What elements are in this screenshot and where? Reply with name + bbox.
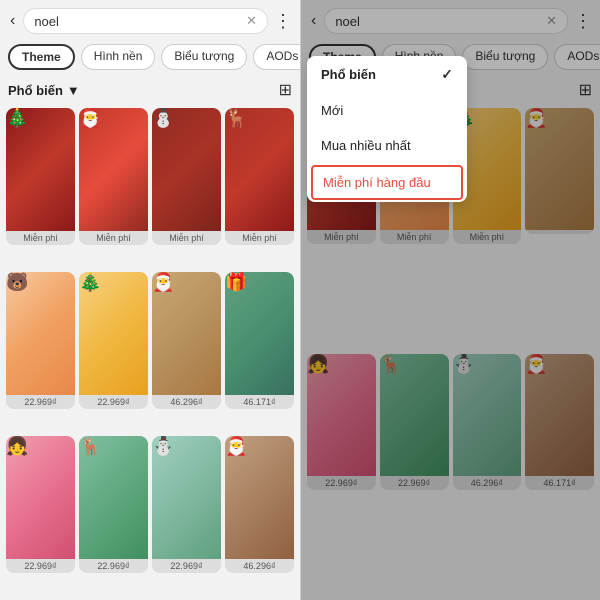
card-img-10: ⛄ <box>152 436 221 559</box>
card-price-7: 46.171₫ <box>225 395 294 409</box>
theme-card-6[interactable]: Mới 🎅 46.296₫ <box>152 272 221 409</box>
card-img-7: 🎁 <box>225 272 294 395</box>
card-price-10: 22.969₫ <box>152 559 221 573</box>
card-wrapper-2: ⛄ Miễn phí <box>152 108 221 268</box>
card-img-1: 🎅 <box>79 108 148 231</box>
card-price-3: Miễn phí <box>225 231 294 245</box>
card-img-6: 🎅 <box>152 272 221 395</box>
card-img-4: 🐻 <box>6 272 75 395</box>
card-icon-0: 🎄 <box>6 108 28 128</box>
card-icon-11: 🎅 <box>225 436 247 456</box>
card-wrapper-11: 🎅 46.296₫ <box>225 436 294 596</box>
tabs-left: Theme Hình nền Biểu tượng AODs <box>0 40 300 76</box>
dropdown-check-popular: ✓ <box>441 66 453 83</box>
theme-card-9[interactable]: 🦌 22.969₫ <box>79 436 148 573</box>
tab-icons-left[interactable]: Biểu tượng <box>161 44 247 70</box>
card-wrapper-6: Mới 🎅 46.296₫ <box>152 272 221 432</box>
sort-label-text-left: Phổ biến <box>8 83 63 98</box>
theme-card-11[interactable]: 🎅 46.296₫ <box>225 436 294 573</box>
dropdown-label-popular: Phổ biến <box>321 67 376 82</box>
dropdown-label-new: Mới <box>321 103 343 118</box>
more-options-left[interactable]: ⋮ <box>274 11 292 32</box>
card-price-6: 46.296₫ <box>152 395 221 409</box>
card-icon-9: 🦌 <box>79 436 101 456</box>
dropdown-item-bestseller[interactable]: Mua nhiều nhất <box>307 128 467 163</box>
dropdown-label-free-top: Miễn phí hàng đầu <box>323 175 431 190</box>
card-img-0: 🎄 <box>6 108 75 231</box>
card-wrapper-4: 🐻 22.969₫ <box>6 272 75 432</box>
dropdown-menu: Phổ biến ✓ Mới Mua nhiều nhất Miễn phí h… <box>307 56 467 202</box>
card-icon-2: ⛄ <box>152 108 174 128</box>
dropdown-item-new[interactable]: Mới <box>307 93 467 128</box>
card-icon-6: 🎅 <box>152 272 174 292</box>
theme-card-1[interactable]: 🎅 Miễn phí <box>79 108 148 245</box>
card-img-9: 🦌 <box>79 436 148 559</box>
sort-row-left: Phổ biến ▼ ⊞ <box>0 76 300 104</box>
sort-button-left[interactable]: Phổ biến ▼ <box>8 83 80 98</box>
card-icon-10: ⛄ <box>152 436 174 456</box>
card-icon-5: 🎄 <box>79 272 101 292</box>
grid-toggle-left[interactable]: ⊞ <box>279 80 292 100</box>
clear-search-left[interactable]: ✕ <box>246 13 257 29</box>
card-img-3: 🦌 <box>225 108 294 231</box>
tab-wallpaper-left[interactable]: Hình nền <box>81 44 156 70</box>
left-header: ‹ noel ✕ ⋮ <box>0 0 300 40</box>
card-wrapper-5: Mới 🎄 22.969₫ <box>79 272 148 432</box>
card-price-8: 22.969₫ <box>6 559 75 573</box>
theme-card-2[interactable]: ⛄ Miễn phí <box>152 108 221 245</box>
card-wrapper-10: ⛄ 22.969₫ <box>152 436 221 596</box>
grid-left: 🎄 Miễn phí 🎅 Miễn phí ⛄ Miễn phí <box>0 104 300 600</box>
tab-theme-left[interactable]: Theme <box>8 44 75 70</box>
card-wrapper-8: 👧 22.969₫ <box>6 436 75 596</box>
theme-card-0[interactable]: 🎄 Miễn phí <box>6 108 75 245</box>
card-price-4: 22.969₫ <box>6 395 75 409</box>
theme-card-7[interactable]: Mới 🎁 46.171₫ <box>225 272 294 409</box>
card-icon-3: 🦌 <box>225 108 247 128</box>
theme-card-5[interactable]: Mới 🎄 22.969₫ <box>79 272 148 409</box>
card-price-0: Miễn phí <box>6 231 75 245</box>
card-wrapper-7: Mới 🎁 46.171₫ <box>225 272 294 432</box>
dropdown-item-free-top[interactable]: Miễn phí hàng đầu <box>311 165 463 200</box>
card-icon-4: 🐻 <box>6 272 28 292</box>
card-price-2: Miễn phí <box>152 231 221 245</box>
search-query-left: noel <box>34 14 59 29</box>
card-img-11: 🎅 <box>225 436 294 559</box>
theme-card-3[interactable]: 🦌 Miễn phí <box>225 108 294 245</box>
left-panel: ‹ noel ✕ ⋮ Theme Hình nền Biểu tượng AOD… <box>0 0 300 600</box>
card-img-8: 👧 <box>6 436 75 559</box>
card-img-5: 🎄 <box>79 272 148 395</box>
card-price-1: Miễn phí <box>79 231 148 245</box>
card-price-11: 46.296₫ <box>225 559 294 573</box>
card-icon-7: 🎁 <box>225 272 247 292</box>
search-bar-left[interactable]: noel ✕ <box>23 8 268 34</box>
back-button[interactable]: ‹ <box>8 10 17 32</box>
card-icon-8: 👧 <box>6 436 28 456</box>
card-price-9: 22.969₫ <box>79 559 148 573</box>
sort-arrow-left: ▼ <box>67 83 80 98</box>
card-wrapper-9: 🦌 22.969₫ <box>79 436 148 596</box>
card-price-5: 22.969₫ <box>79 395 148 409</box>
right-panel: ‹ noel ✕ ⋮ Theme Hình nền Biểu tượng AOD… <box>300 0 600 600</box>
card-wrapper-3: 🦌 Miễn phí <box>225 108 294 268</box>
theme-card-8[interactable]: 👧 22.969₫ <box>6 436 75 573</box>
card-wrapper-0: 🎄 Miễn phí <box>6 108 75 268</box>
card-icon-1: 🎅 <box>79 108 101 128</box>
dropdown-label-bestseller: Mua nhiều nhất <box>321 138 411 153</box>
card-wrapper-1: 🎅 Miễn phí <box>79 108 148 268</box>
dropdown-item-popular[interactable]: Phổ biến ✓ <box>307 56 467 93</box>
tab-aods-left[interactable]: AODs <box>253 44 300 70</box>
theme-card-4[interactable]: 🐻 22.969₫ <box>6 272 75 409</box>
theme-card-10[interactable]: ⛄ 22.969₫ <box>152 436 221 573</box>
card-img-2: ⛄ <box>152 108 221 231</box>
